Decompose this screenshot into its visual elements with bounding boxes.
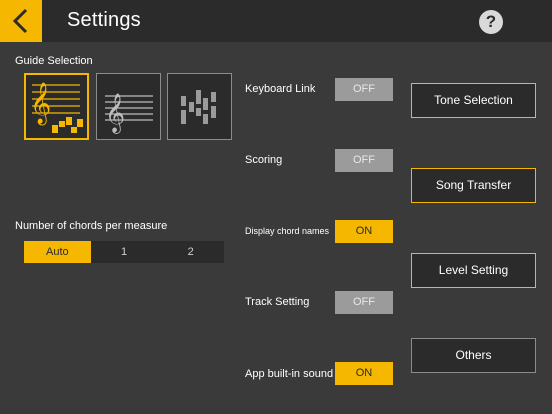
app-built-in-sound-label: App built-in sound bbox=[245, 368, 334, 380]
song-transfer-button[interactable]: Song Transfer bbox=[411, 168, 536, 203]
chevron-left-icon bbox=[12, 8, 28, 34]
chords-per-measure-label: Number of chords per measure bbox=[15, 220, 168, 232]
staff-with-bars-icon: 𝄞 bbox=[30, 82, 83, 133]
track-setting-label: Track Setting bbox=[245, 296, 310, 308]
track-setting-toggle[interactable]: OFF bbox=[335, 291, 393, 314]
guide-option-staff[interactable]: 𝄞 bbox=[96, 73, 161, 140]
chords-option-1[interactable]: 1 bbox=[91, 241, 158, 263]
svg-text:𝄞: 𝄞 bbox=[30, 82, 51, 125]
level-setting-button[interactable]: Level Setting bbox=[411, 253, 536, 288]
bars-only-icon bbox=[181, 90, 216, 124]
scoring-label: Scoring bbox=[245, 154, 283, 166]
chords-option-auto[interactable]: Auto bbox=[24, 241, 91, 263]
staff-icon: 𝄞 bbox=[105, 93, 153, 134]
page-title: Settings bbox=[67, 9, 141, 31]
chords-per-measure-selector: Auto 1 2 bbox=[24, 241, 224, 263]
back-button[interactable] bbox=[0, 0, 42, 42]
display-chord-names-toggle[interactable]: ON bbox=[335, 220, 393, 243]
tone-selection-button[interactable]: Tone Selection bbox=[411, 83, 536, 118]
scoring-toggle[interactable]: OFF bbox=[335, 149, 393, 172]
display-chord-names-label: Display chord names bbox=[245, 226, 330, 236]
header-bar: Settings ? bbox=[0, 0, 552, 42]
help-button[interactable]: ? bbox=[479, 10, 503, 34]
chords-option-2[interactable]: 2 bbox=[157, 241, 224, 263]
app-built-in-sound-toggle[interactable]: ON bbox=[335, 362, 393, 385]
others-button[interactable]: Others bbox=[411, 338, 536, 373]
guide-selection-label: Guide Selection bbox=[15, 55, 93, 67]
keyboard-link-label: Keyboard Link bbox=[245, 83, 316, 95]
svg-text:𝄞: 𝄞 bbox=[105, 93, 125, 134]
keyboard-link-toggle[interactable]: OFF bbox=[335, 78, 393, 101]
guide-option-staff-with-bars[interactable]: 𝄞 bbox=[24, 73, 89, 140]
guide-option-bars[interactable] bbox=[167, 73, 232, 140]
